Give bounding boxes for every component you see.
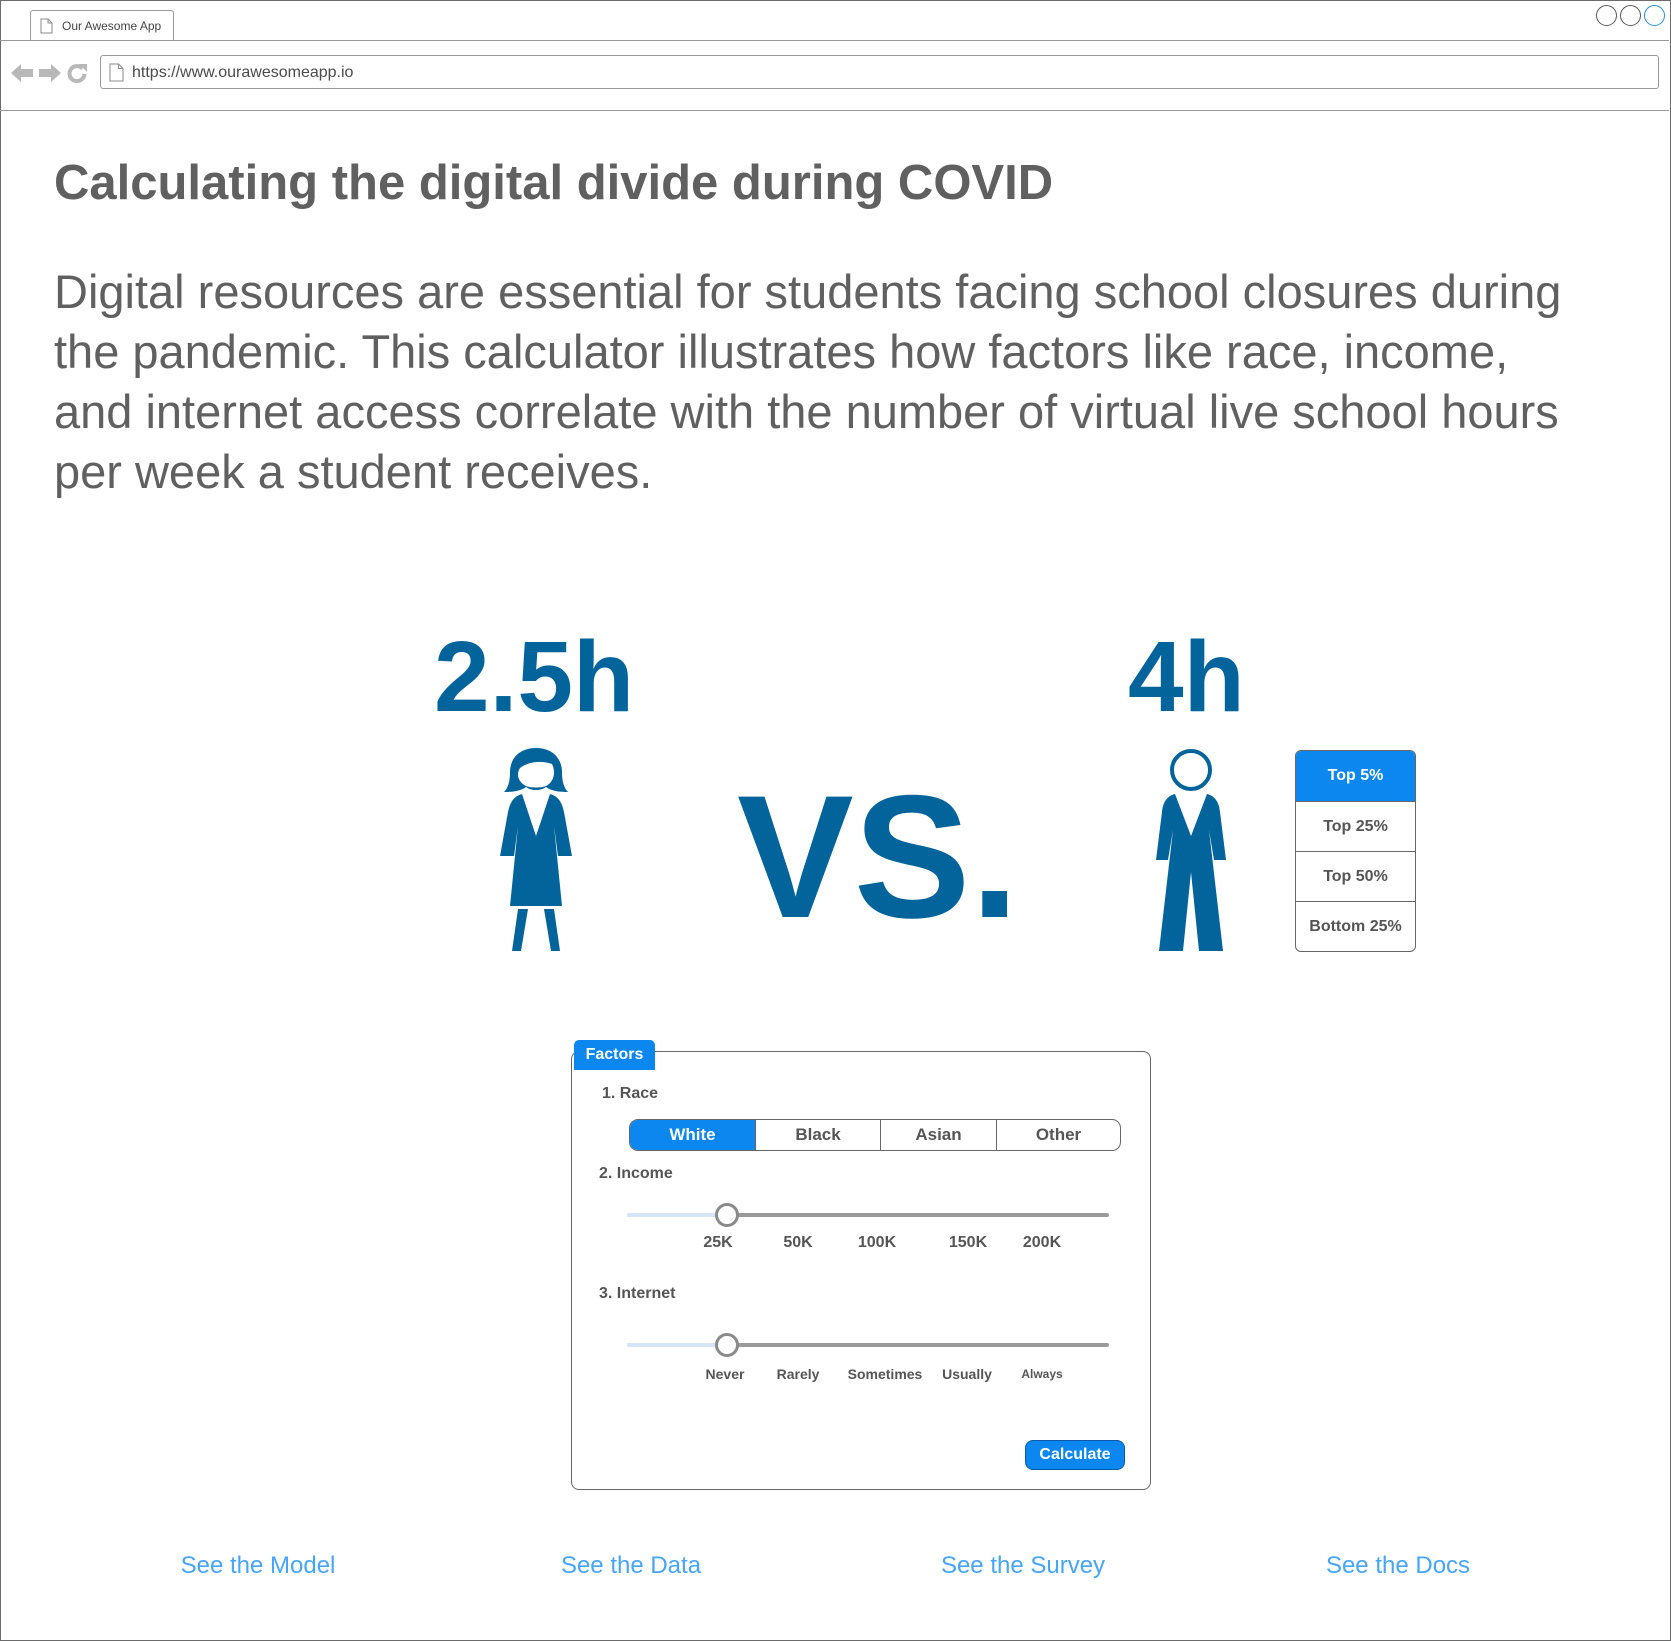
back-arrow-icon[interactable]	[10, 62, 34, 89]
female-student-icon	[496, 746, 576, 957]
income-tick-50k: 50K	[783, 1234, 813, 1251]
navigation-controls	[10, 62, 88, 89]
browser-tab[interactable]: Our Awesome App	[30, 10, 174, 40]
internet-tick-sometimes: Sometimes	[847, 1366, 923, 1382]
race-selector: White Black Asian Other	[629, 1119, 1121, 1151]
rank-option-top-25[interactable]: Top 25%	[1296, 801, 1415, 851]
internet-tick-usually: Usually	[942, 1366, 992, 1382]
internet-slider-fill	[627, 1343, 727, 1347]
income-tick-100k: 100K	[857, 1234, 897, 1251]
url-text: https://www.ourawesomeapp.io	[132, 64, 354, 81]
right-hours-value: 4h	[1128, 621, 1245, 733]
window-controls	[1596, 5, 1665, 26]
left-hours-value: 2.5h	[434, 621, 635, 733]
maximize-button[interactable]	[1620, 5, 1641, 26]
race-option-asian[interactable]: Asian	[880, 1120, 996, 1150]
male-student-icon	[1153, 746, 1229, 957]
factors-tab: Factors	[574, 1040, 655, 1070]
race-option-white[interactable]: White	[630, 1120, 755, 1150]
versus-label: VS.	[737, 760, 1020, 955]
tab-title: Our Awesome App	[62, 19, 162, 33]
income-tick-25k: 25K	[703, 1234, 733, 1251]
internet-tick-always: Always	[1021, 1367, 1063, 1381]
address-bar[interactable]: https://www.ourawesomeapp.io	[100, 55, 1659, 89]
factors-panel	[571, 1051, 1151, 1490]
page-title: Calculating the digital divide during CO…	[54, 156, 1054, 210]
income-tick-150k: 150K	[948, 1234, 988, 1251]
income-tick-200k: 200K	[1022, 1234, 1062, 1251]
income-label: 2. Income	[599, 1165, 673, 1182]
see-the-survey-link[interactable]: See the Survey	[941, 1552, 1105, 1580]
percentile-selector: Top 5% Top 25% Top 50% Bottom 25%	[1295, 750, 1416, 952]
see-the-docs-link[interactable]: See the Docs	[1326, 1552, 1470, 1580]
close-button[interactable]	[1644, 5, 1665, 26]
rank-option-top-5[interactable]: Top 5%	[1296, 751, 1415, 801]
forward-arrow-icon[interactable]	[38, 62, 62, 89]
rank-option-bottom-25[interactable]: Bottom 25%	[1296, 901, 1415, 951]
calculate-button[interactable]: Calculate	[1025, 1440, 1125, 1470]
internet-tick-rarely: Rarely	[776, 1366, 820, 1382]
see-the-data-link[interactable]: See the Data	[561, 1552, 701, 1580]
internet-slider-thumb[interactable]	[715, 1333, 739, 1357]
document-icon	[40, 18, 53, 39]
race-label: 1. Race	[602, 1085, 659, 1102]
internet-tick-never: Never	[705, 1366, 745, 1382]
income-slider-thumb[interactable]	[715, 1203, 739, 1227]
intro-paragraph: Digital resources are essential for stud…	[54, 265, 1562, 498]
page-icon	[109, 63, 124, 87]
race-option-other[interactable]: Other	[996, 1120, 1120, 1150]
internet-label: 3. Internet	[599, 1285, 676, 1302]
income-slider-fill	[627, 1213, 727, 1217]
reload-icon[interactable]	[66, 62, 88, 89]
race-option-black[interactable]: Black	[755, 1120, 880, 1150]
tab-divider	[0, 40, 1669, 41]
rank-option-top-50[interactable]: Top 50%	[1296, 851, 1415, 901]
minimize-button[interactable]	[1596, 5, 1617, 26]
chrome-divider	[0, 110, 1669, 111]
see-the-model-link[interactable]: See the Model	[181, 1552, 336, 1580]
